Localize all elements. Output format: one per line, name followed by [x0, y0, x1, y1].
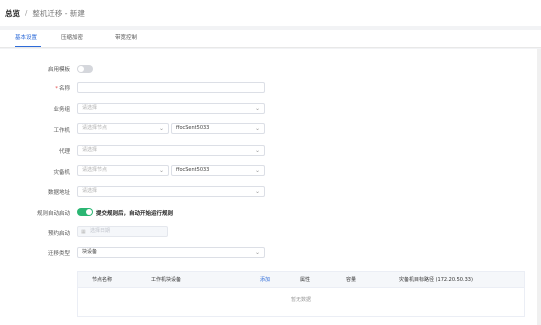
chevron-down-icon: ⌄	[158, 167, 164, 174]
work-machine-select[interactable]: ffocSent5033 ⌄	[171, 123, 265, 134]
scheduled-start-placeholder: 选择日期	[90, 228, 111, 234]
data-address-placeholder: 请选择	[82, 188, 98, 194]
chevron-down-icon: ⌄	[254, 167, 260, 174]
work-machine-label: 工作机	[53, 128, 70, 134]
data-address-select[interactable]: 请选择 ⌄	[77, 186, 265, 197]
auto-start-switch[interactable]	[77, 208, 93, 216]
name-label-text: 名称	[58, 86, 70, 92]
switch-knob	[78, 66, 84, 72]
switch-knob	[86, 209, 92, 215]
scheduled-start-label: 预约启动	[47, 231, 70, 237]
chevron-down-icon: ⌄	[254, 188, 260, 195]
migration-type-label: 迁移类型	[47, 251, 70, 257]
auto-start-description: 提交规则后，自动开始运行规则	[96, 211, 174, 217]
column-node-name: 节点名称	[92, 277, 113, 283]
page-title: 整机迁移 - 新建	[32, 8, 85, 18]
business-group-placeholder: 请选择	[82, 105, 98, 111]
tab-basic-settings[interactable]: 基本设置	[15, 30, 41, 47]
work-machine-node-select[interactable]: 请选择节点 ⌄	[77, 123, 169, 134]
column-target-path: 灾备机目标路径 (172.20.50.33)	[399, 277, 473, 283]
table-empty-text: 暂无数据	[290, 297, 311, 303]
name-label: *名称	[0, 84, 70, 92]
breadcrumb-root[interactable]: 总览	[5, 8, 20, 19]
calendar-icon: ▦	[81, 229, 86, 235]
standby-machine-node-select[interactable]: 请选择节点 ⌄	[77, 165, 169, 176]
scheduled-start-date-input: ▦ 选择日期	[77, 226, 168, 237]
proxy-placeholder: 请选择	[82, 147, 98, 153]
standby-machine-select[interactable]: ffocSent5033 ⌄	[171, 165, 265, 176]
breadcrumb-separator: /	[25, 9, 28, 17]
device-table: 节点名称 工作机块设备 添加 属性 容量 灾备机目标路径 (172.20.50.…	[77, 271, 525, 317]
tab-bandwidth-control[interactable]: 带宽控制	[115, 30, 137, 47]
data-address-label: 数据地址	[47, 190, 70, 196]
chevron-down-icon: ⌄	[254, 105, 260, 112]
standby-machine-node-placeholder: 请选择节点	[82, 167, 108, 173]
scrollbar[interactable]	[537, 49, 541, 325]
tab-bar: 基本设置 压缩加密 带宽控制	[0, 30, 541, 48]
proxy-label: 代理	[58, 149, 70, 155]
migration-type-value: 块设备	[82, 249, 98, 255]
chevron-down-icon: ⌄	[254, 249, 260, 256]
standby-machine-label: 灾备机	[53, 170, 70, 176]
table-header: 节点名称 工作机块设备 添加 属性 容量 灾备机目标路径 (172.20.50.…	[78, 272, 524, 288]
chevron-down-icon: ⌄	[254, 147, 260, 154]
breadcrumb: 总览 / 整机迁移 - 新建	[0, 0, 541, 26]
required-mark: *	[55, 86, 58, 92]
chevron-down-icon: ⌄	[254, 125, 260, 132]
chevron-down-icon: ⌄	[158, 125, 164, 132]
use-template-label: 启用模板	[47, 67, 70, 73]
migration-type-select[interactable]: 块设备 ⌄	[77, 247, 265, 258]
proxy-select[interactable]: 请选择 ⌄	[77, 145, 265, 156]
column-capacity: 容量	[346, 277, 357, 283]
name-input[interactable]	[77, 82, 265, 93]
work-machine-value: ffocSent5033	[176, 125, 210, 131]
standby-machine-value: ffocSent5033	[176, 167, 210, 173]
auto-start-label: 规则自动启动	[36, 211, 70, 217]
add-device-link[interactable]: 添加	[260, 272, 270, 288]
work-machine-node-placeholder: 请选择节点	[82, 125, 108, 131]
business-group-select[interactable]: 请选择 ⌄	[77, 103, 265, 114]
business-group-label: 业务组	[53, 107, 70, 113]
column-work-device: 工作机块设备	[151, 277, 182, 283]
tab-compression-encryption[interactable]: 压缩加密	[61, 30, 83, 47]
column-attribute: 属性	[300, 277, 311, 283]
use-template-switch[interactable]	[77, 65, 93, 73]
